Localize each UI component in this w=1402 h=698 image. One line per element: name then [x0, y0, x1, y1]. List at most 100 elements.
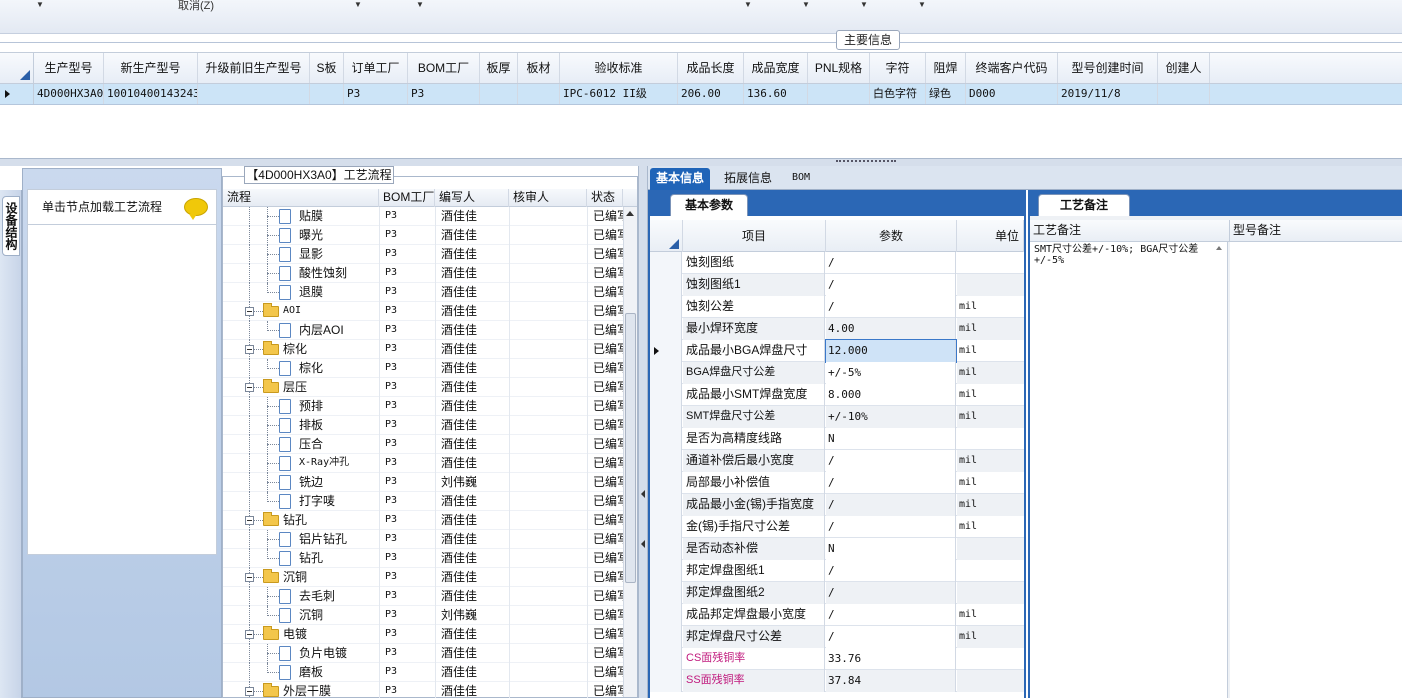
tab-basic-params[interactable]: 基本参数 [670, 194, 748, 216]
row-indicator[interactable] [650, 340, 682, 362]
tree-node[interactable]: 棕化 [223, 359, 379, 378]
flow-cell-status[interactable]: 已编写 [587, 473, 623, 492]
flow-cell-status[interactable]: 已编写 [587, 302, 623, 321]
column-header[interactable]: 终端客户代码 [966, 53, 1058, 83]
tree-node[interactable]: 钻孔 [223, 549, 379, 568]
collapse-icon[interactable] [245, 573, 254, 582]
flow-cell-reviewer[interactable] [509, 473, 587, 492]
tab-extended-info[interactable]: 拓展信息 [718, 168, 778, 190]
flow-cell-reviewer[interactable] [509, 397, 587, 416]
param-row[interactable]: SS面残铜率 37.84 [650, 670, 1024, 692]
flow-cell-writer[interactable]: 酒佳佳 [435, 283, 509, 302]
cancel-button[interactable]: 取消(Z) [178, 0, 214, 12]
row-indicator[interactable] [650, 450, 682, 472]
tree-node[interactable]: 去毛刺 [223, 587, 379, 606]
flow-cell-reviewer[interactable] [509, 207, 587, 226]
tree-row[interactable]: 棕化 P3酒佳佳 已编写 [223, 340, 623, 359]
tree-node[interactable]: 贴膜 [223, 207, 379, 226]
vertical-splitter[interactable] [638, 166, 648, 698]
flow-cell-reviewer[interactable] [509, 435, 587, 454]
flow-cell-writer[interactable]: 酒佳佳 [435, 492, 509, 511]
collapse-icon[interactable] [245, 383, 254, 392]
flow-cell-writer[interactable]: 酒佳佳 [435, 587, 509, 606]
flow-cell-status[interactable]: 已编写 [587, 530, 623, 549]
flow-cell-status[interactable]: 已编写 [587, 587, 623, 606]
tree-node[interactable]: 铣边 [223, 473, 379, 492]
flow-cell-status[interactable]: 已编写 [587, 492, 623, 511]
row-indicator[interactable] [650, 516, 682, 538]
param-value[interactable]: 33.76 [826, 648, 956, 670]
column-header[interactable]: 验收标准 [560, 53, 678, 83]
flow-cell-status[interactable]: 已编写 [587, 245, 623, 264]
flow-cell-reviewer[interactable] [509, 416, 587, 435]
column-header[interactable]: 字符 [870, 53, 926, 83]
tab-process-notes[interactable]: 工艺备注 [1038, 194, 1130, 216]
flow-cell-reviewer[interactable] [509, 663, 587, 682]
column-header-unit[interactable]: 单位 [957, 220, 1024, 252]
column-header[interactable]: 新生产型号 [104, 53, 198, 83]
flow-cell-bom[interactable]: P3 [379, 549, 435, 568]
tree-node[interactable]: 退膜 [223, 283, 379, 302]
tree-row[interactable]: 外层干膜 P3酒佳佳 已编写 [223, 682, 623, 698]
flow-column-header[interactable]: BOM工厂 [379, 189, 435, 207]
tree-row[interactable]: 排板 P3酒佳佳 已编写 [223, 416, 623, 435]
grid-cell[interactable]: P3 [344, 84, 408, 104]
flow-cell-reviewer[interactable] [509, 530, 587, 549]
tree-node[interactable]: 铝片钻孔 [223, 530, 379, 549]
flow-cell-status[interactable]: 已编写 [587, 397, 623, 416]
dropdown-arrow-icon[interactable]: ▼ [918, 0, 926, 10]
flow-column-header[interactable]: 编写人 [435, 189, 509, 207]
tree-node[interactable]: 磨板 [223, 663, 379, 682]
tab-basic-info[interactable]: 基本信息 [650, 168, 711, 190]
flow-cell-reviewer[interactable] [509, 568, 587, 587]
grid-cell[interactable] [518, 84, 560, 104]
flow-cell-writer[interactable]: 酒佳佳 [435, 302, 509, 321]
flow-cell-reviewer[interactable] [509, 264, 587, 283]
dropdown-arrow-icon[interactable]: ▼ [354, 0, 362, 10]
flow-cell-status[interactable]: 已编写 [587, 549, 623, 568]
column-header-param[interactable]: 参数 [826, 220, 957, 252]
flow-cell-bom[interactable]: P3 [379, 207, 435, 226]
param-row[interactable]: 是否动态补偿 N [650, 538, 1024, 560]
tree-row[interactable]: 预排 P3酒佳佳 已编写 [223, 397, 623, 416]
param-value[interactable]: / [826, 516, 956, 538]
tree-row[interactable]: 铣边 P3刘伟巍 已编写 [223, 473, 623, 492]
flow-cell-writer[interactable]: 酒佳佳 [435, 340, 509, 359]
flow-cell-status[interactable]: 已编写 [587, 340, 623, 359]
tree-row[interactable]: 铝片钻孔 P3酒佳佳 已编写 [223, 530, 623, 549]
flow-cell-reviewer[interactable] [509, 378, 587, 397]
param-value[interactable]: / [826, 494, 956, 516]
tree-row[interactable]: 层压 P3酒佳佳 已编写 [223, 378, 623, 397]
tree-node[interactable]: 显影 [223, 245, 379, 264]
param-row[interactable]: 邦定焊盘图纸2/ [650, 582, 1024, 604]
scrollbar-thumb[interactable] [625, 313, 636, 583]
tree-row[interactable]: 电镀 P3酒佳佳 已编写 [223, 625, 623, 644]
flow-cell-writer[interactable]: 酒佳佳 [435, 682, 509, 698]
grid-cell[interactable]: 白色字符 [870, 84, 926, 104]
flow-cell-writer[interactable]: 酒佳佳 [435, 530, 509, 549]
flow-cell-status[interactable]: 已编写 [587, 663, 623, 682]
params-grid-corner[interactable] [650, 220, 683, 252]
tree-node[interactable]: 预排 [223, 397, 379, 416]
flow-cell-writer[interactable]: 酒佳佳 [435, 435, 509, 454]
param-value[interactable]: / [826, 296, 956, 318]
flow-cell-bom[interactable]: P3 [379, 606, 435, 625]
tree-row[interactable]: 压合 P3酒佳佳 已编写 [223, 435, 623, 454]
flow-cell-bom[interactable]: P3 [379, 644, 435, 663]
tree-row[interactable]: 沉铜 P3刘伟巍 已编写 [223, 606, 623, 625]
scroll-up-arrow-icon[interactable] [626, 211, 634, 216]
row-indicator[interactable] [650, 318, 682, 340]
tree-node[interactable]: 排板 [223, 416, 379, 435]
collapse-left-arrow-icon[interactable] [641, 540, 645, 548]
tree-node[interactable]: 压合 [223, 435, 379, 454]
param-value[interactable]: / [826, 274, 956, 296]
tree-row[interactable]: 酸性蚀刻 P3酒佳佳 已编写 [223, 264, 623, 283]
flow-column-header[interactable]: 流程 [223, 189, 379, 207]
flow-cell-bom[interactable]: P3 [379, 397, 435, 416]
tree-node[interactable]: 棕化 [223, 340, 379, 359]
column-header[interactable]: PNL规格 [808, 53, 870, 83]
param-row[interactable]: 蚀刻图纸1/ [650, 274, 1024, 296]
column-header[interactable]: 成品宽度 [744, 53, 808, 83]
column-header[interactable]: 成品长度 [678, 53, 744, 83]
flow-cell-bom[interactable]: P3 [379, 435, 435, 454]
